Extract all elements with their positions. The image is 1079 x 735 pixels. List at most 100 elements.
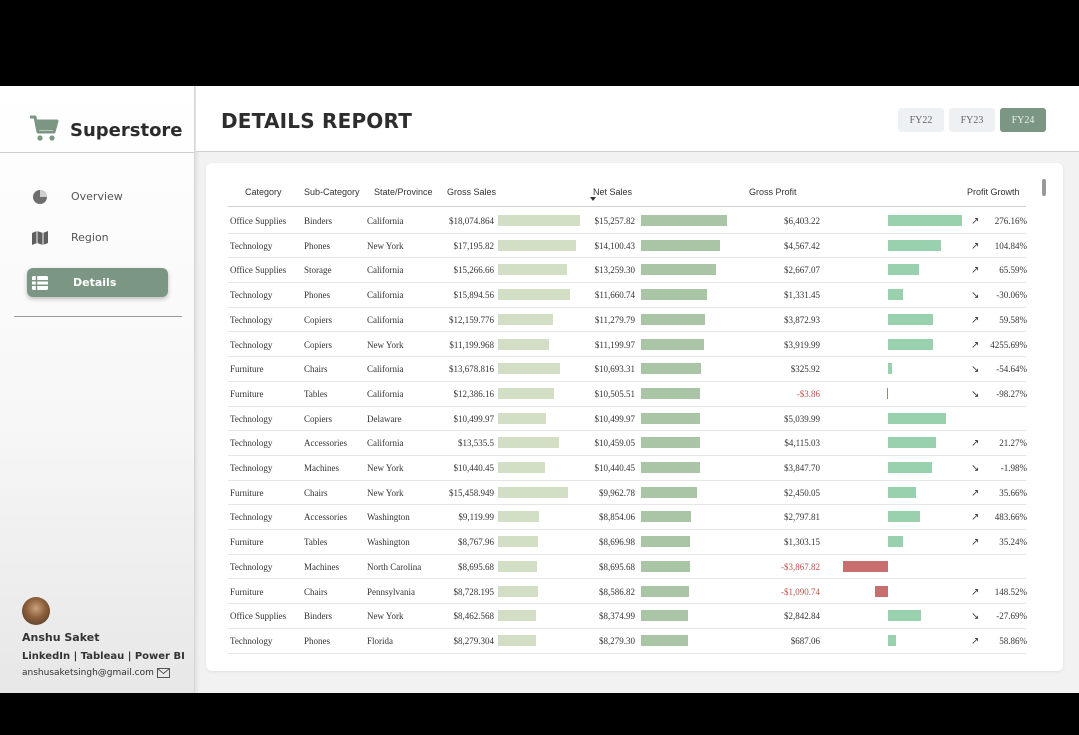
net-sales-bar	[641, 289, 707, 301]
cell-gross-sales: $13,678.816	[449, 364, 494, 375]
cell-profit-growth: 21.27%	[999, 438, 1027, 449]
cell-category: Furniture	[230, 586, 264, 597]
table-row[interactable]: Furniture Tables California $12,386.16 $10,5…	[228, 382, 1027, 407]
cell-category: Technology	[230, 635, 273, 646]
cell-category: Technology	[230, 290, 273, 301]
cell-subcategory: Chairs	[304, 487, 328, 498]
gross-profit-bar	[888, 437, 936, 449]
cell-state: California	[367, 216, 404, 226]
sidebar-item-details[interactable]: Details	[27, 268, 168, 297]
sidebar-item-label: Overview	[71, 190, 123, 203]
table-row[interactable]: Furniture Chairs Pennsylvania $8,728.195 $8,…	[228, 580, 1027, 605]
net-sales-bar	[641, 363, 702, 375]
scrollbar[interactable]	[1042, 179, 1046, 196]
net-sales-bar	[641, 486, 698, 498]
profile-email[interactable]: anshusaketsingh@gmail.com	[22, 668, 170, 678]
profile-name: Anshu Saket	[22, 631, 100, 644]
table-row[interactable]: Office Supplies Binders California $18,074.…	[228, 209, 1027, 234]
net-sales-bar	[641, 239, 721, 251]
table-row[interactable]: Technology Machines New York $10,440.45 $10,…	[228, 456, 1027, 481]
cell-profit-growth: 483.66%	[994, 512, 1027, 523]
gross-sales-bar	[498, 215, 580, 226]
cell-state: California	[367, 314, 404, 325]
cell-category: Office Supplies	[230, 611, 287, 622]
column-header-gross-sales[interactable]: Gross Sales	[447, 187, 496, 197]
cell-gross-profit: $2,797.81	[784, 512, 820, 523]
map-icon	[27, 230, 53, 246]
trend-up-icon: ↗	[971, 240, 980, 252]
table-row[interactable]: Technology Copiers Delaware $10,499.97 $10,4…	[228, 407, 1026, 432]
filter-fy22-button[interactable]: FY22	[898, 108, 944, 132]
filter-fy23-button[interactable]: FY23	[949, 108, 995, 132]
net-sales-bar	[641, 412, 701, 424]
table-row[interactable]: Technology Machines North Carolina $8,695.6…	[228, 555, 1026, 580]
column-header-gross-profit[interactable]: Gross Profit	[749, 187, 797, 197]
trend-up-icon: ↗	[971, 438, 980, 450]
table-row[interactable]: Technology Phones California $15,894.56 $11,…	[228, 283, 1027, 308]
cell-gross-sales: $8,462.568	[453, 611, 495, 622]
sort-descending-icon[interactable]	[590, 197, 596, 201]
cell-state: New York	[367, 611, 404, 622]
sidebar-item-region[interactable]: Region	[27, 223, 168, 252]
table-row[interactable]: Office Supplies Storage California $15,266.…	[228, 258, 1027, 284]
column-header-profit-growth[interactable]: Profit Growth	[967, 187, 1020, 197]
cell-gross-profit: $1,331.45	[784, 290, 820, 301]
filter-fy24-button[interactable]: FY24	[1000, 108, 1046, 132]
trend-down-icon: ↘	[971, 611, 980, 623]
table-row[interactable]: Furniture Chairs New York $15,458.949 $9,962…	[228, 481, 1027, 506]
table-row[interactable]: Technology Phones Florida $8,279.304 $8,279.…	[228, 629, 1027, 654]
gross-profit-bar	[888, 462, 933, 473]
table-row[interactable]: Technology Accessories California $13,535.5…	[228, 431, 1027, 456]
gross-sales-bar	[498, 437, 560, 449]
cell-state: New York	[367, 487, 404, 498]
cell-category: Furniture	[230, 487, 264, 498]
logo[interactable]: Superstore	[28, 112, 183, 149]
table-row[interactable]: Furniture Chairs California $13,678.816 $10,…	[228, 357, 1027, 382]
cell-net-sales: $8,279.30	[599, 635, 635, 646]
cell-gross-sales: $11,199.968	[449, 339, 494, 350]
trend-down-icon: ↘	[971, 364, 980, 376]
cell-profit-growth: 35.24%	[999, 537, 1027, 548]
profile-links[interactable]: LinkedIn | Tableau | Power BI	[22, 651, 185, 662]
gross-sales-bar	[498, 486, 569, 498]
cell-gross-sales: $15,458.949	[449, 487, 494, 498]
cell-profit-growth: 276.16%	[994, 216, 1027, 226]
trend-up-icon: ↗	[971, 586, 980, 598]
sidebar-item-overview[interactable]: Overview	[27, 182, 168, 211]
column-header-net-sales[interactable]: Net Sales	[593, 187, 632, 197]
cell-net-sales: $11,199.97	[594, 339, 635, 350]
cell-gross-profit: $4,567.42	[784, 240, 820, 251]
cell-net-sales: $10,459.05	[594, 438, 636, 449]
cell-gross-profit: $687.06	[790, 635, 820, 646]
column-header-subcategory[interactable]: Sub-Category	[304, 187, 360, 197]
cell-state: New York	[367, 463, 404, 473]
trend-up-icon: ↗	[971, 635, 980, 647]
cell-profit-growth: -30.06%	[996, 290, 1027, 301]
cell-category: Technology	[230, 512, 273, 523]
avatar[interactable]	[22, 597, 50, 625]
cell-state: California	[367, 265, 404, 276]
gross-profit-bar	[888, 634, 896, 646]
table-row[interactable]: Technology Copiers California $12,159.776 $1…	[228, 308, 1027, 333]
trend-down-icon: ↘	[971, 463, 980, 474]
gross-sales-bar	[498, 511, 540, 523]
column-header-state[interactable]: State/Province	[374, 187, 433, 197]
cell-gross-sales: $10,499.97	[453, 413, 495, 424]
table-row[interactable]: Technology Accessories Washington $9,119.99…	[228, 505, 1027, 531]
cell-state: California	[367, 364, 404, 375]
details-table: Category Sub-Category State/Province Gro…	[206, 163, 1063, 671]
cell-subcategory: Accessories	[304, 438, 347, 449]
cell-state: Delaware	[367, 413, 402, 424]
sidebar-divider	[0, 152, 195, 153]
pie-chart-icon	[27, 189, 53, 205]
cell-state: Florida	[367, 635, 393, 646]
table-row[interactable]: Furniture Tables Washington $8,767.96 $8,696…	[228, 530, 1027, 555]
cell-subcategory: Copiers	[304, 413, 332, 424]
column-header-category[interactable]: Category	[245, 187, 282, 197]
cell-state: Washington	[367, 512, 410, 523]
cell-net-sales: $10,505.51	[594, 388, 636, 399]
table-row[interactable]: Technology Copiers New York $11,199.968 $11,…	[228, 333, 1027, 358]
table-row[interactable]: Office Supplies Binders New York $8,462.568…	[228, 604, 1027, 629]
table-row[interactable]: Technology Phones New York $17,195.82 $14,10…	[228, 234, 1027, 259]
cell-gross-profit: $3,872.93	[784, 314, 820, 325]
